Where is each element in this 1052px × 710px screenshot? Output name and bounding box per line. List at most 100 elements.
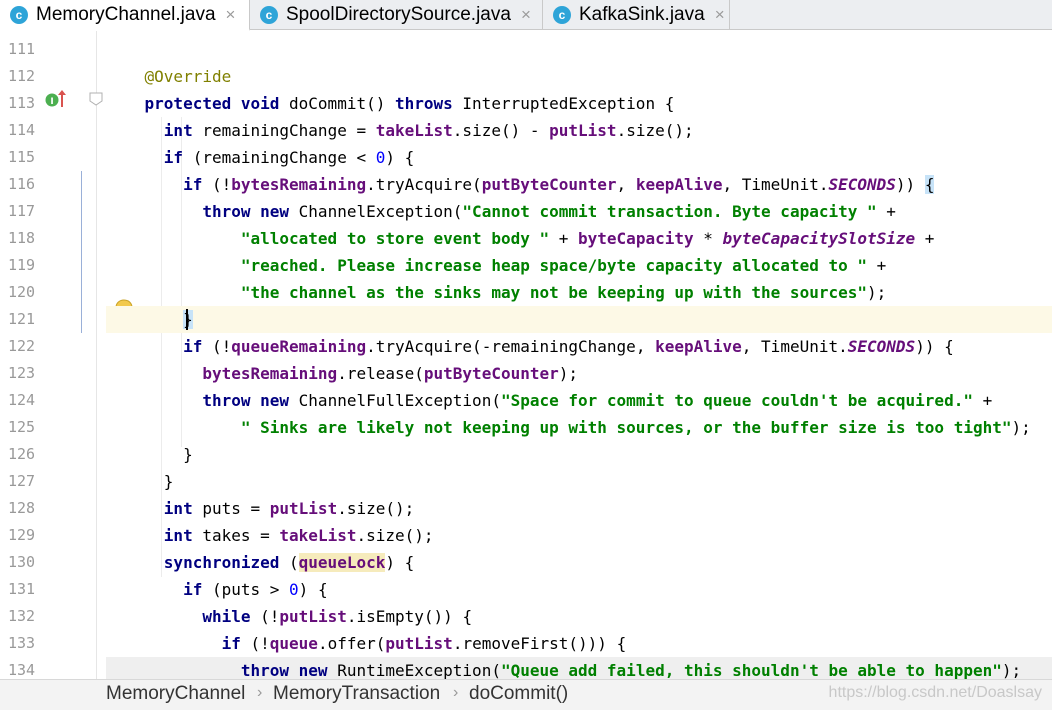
line-number[interactable]: 131 (8, 576, 48, 603)
code-line[interactable] (106, 36, 1052, 63)
code-line[interactable]: int puts = putList.size(); (106, 495, 1052, 522)
code-line[interactable]: int takes = takeList.size(); (106, 522, 1052, 549)
code-token: (! (250, 607, 280, 626)
code-token: throw new (202, 391, 290, 410)
code-line[interactable]: bytesRemaining.release(putByteCounter); (106, 360, 1052, 387)
code-token: (! (240, 634, 270, 653)
code-line[interactable]: if (!queueRemaining.tryAcquire(-remainin… (106, 333, 1052, 360)
line-number[interactable]: 121 (8, 306, 48, 333)
line-number[interactable]: 132 (8, 603, 48, 630)
line-number[interactable]: 114 (8, 117, 48, 144)
line-number[interactable]: 128 (8, 495, 48, 522)
line-number-gutter[interactable]: 111 112 113 114 115 116 117 118 119 120 121 122 123 1… (0, 31, 106, 679)
code-line[interactable]: int remainingChange = takeList.size() - … (106, 117, 1052, 144)
line-number[interactable]: 120 (8, 279, 48, 306)
code-token: .tryAcquire( (366, 175, 482, 194)
code-editor[interactable]: @Override protected void doCommit() thro… (106, 31, 1052, 679)
change-marker (81, 171, 82, 333)
code-line[interactable]: } (106, 441, 1052, 468)
class-icon: c (553, 6, 571, 24)
line-number[interactable]: 115 (8, 144, 48, 171)
close-icon[interactable]: × (521, 5, 531, 25)
line-number[interactable]: 124 (8, 387, 48, 414)
code-line[interactable]: "the channel as the sinks may not be kee… (106, 279, 1052, 306)
code-token: throws (394, 94, 453, 113)
line-number[interactable]: 119 (8, 252, 48, 279)
code-token: keepAlive (635, 175, 723, 194)
code-line[interactable]: if (!bytesRemaining.tryAcquire(putByteCo… (106, 171, 1052, 198)
breadcrumb-inner-class[interactable]: MemoryTransaction (273, 683, 440, 705)
code-line[interactable]: "reached. Please increase heap space/byt… (106, 252, 1052, 279)
code-line[interactable]: " Sinks are likely not keeping up with s… (106, 414, 1052, 441)
line-number[interactable]: 118 (8, 225, 48, 252)
line-number[interactable]: 127 (8, 468, 48, 495)
code-token: .offer( (317, 634, 386, 653)
line-number[interactable]: 125 (8, 414, 48, 441)
code-token: * (693, 229, 723, 248)
line-number[interactable]: 116 (8, 171, 48, 198)
code-token: int (163, 526, 193, 545)
line-number[interactable]: 112 (8, 63, 48, 90)
code-line[interactable]: } (106, 468, 1052, 495)
code-token: ChannelFullException( (289, 391, 501, 410)
code-token: .isEmpty()) { (346, 607, 473, 626)
tab-memory-channel[interactable]: c MemoryChannel.java × (0, 0, 250, 31)
implementing-method-icon[interactable]: I (44, 88, 68, 110)
tab-label: SpoolDirectorySource.java (286, 4, 511, 25)
code-line[interactable]: if (!queue.offer(putList.removeFirst()))… (106, 630, 1052, 657)
code-line[interactable]: throw new ChannelException("Cannot commi… (106, 198, 1052, 225)
line-number[interactable]: 122 (8, 333, 48, 360)
code-token: putList (269, 499, 338, 518)
code-token: if (163, 148, 184, 167)
code-line[interactable]: while (!putList.isEmpty()) { (106, 603, 1052, 630)
code-token: synchronized (163, 553, 280, 572)
code-token: ); (867, 283, 887, 302)
code-token: .removeFirst())) { (452, 634, 627, 653)
code-line[interactable]: } (106, 306, 1052, 333)
code-line[interactable]: "allocated to store event body " + byteC… (106, 225, 1052, 252)
code-line[interactable]: throw new RuntimeException("Queue add fa… (106, 657, 1052, 679)
code-line[interactable]: @Override (106, 63, 1052, 90)
code-line[interactable]: protected void doCommit() throws Interru… (106, 90, 1052, 117)
tab-spool-directory-source[interactable]: c SpoolDirectorySource.java × (250, 0, 543, 30)
code-token: (remainingChange < (183, 148, 376, 167)
code-token: int (163, 499, 193, 518)
line-number[interactable]: 113 (8, 90, 48, 117)
code-token: { (924, 175, 935, 194)
line-number[interactable]: 117 (8, 198, 48, 225)
code-token: if (183, 337, 203, 356)
code-token: 0 (375, 148, 386, 167)
line-number[interactable]: 133 (8, 630, 48, 657)
code-line[interactable]: synchronized (queueLock) { (106, 549, 1052, 576)
code-token: throw new (202, 202, 290, 221)
line-number[interactable]: 123 (8, 360, 48, 387)
code-token: )) (895, 175, 925, 194)
breadcrumb-method[interactable]: doCommit() (469, 683, 568, 705)
line-number[interactable]: 129 (8, 522, 48, 549)
code-token: bytesRemaining (202, 364, 338, 383)
code-token: remainingChange = (192, 121, 376, 140)
tab-kafka-sink[interactable]: c KafkaSink.java × (543, 0, 730, 30)
close-icon[interactable]: × (226, 5, 236, 25)
code-token: , TimeUnit. (741, 337, 848, 356)
code-token: "the channel as the sinks may not be kee… (240, 283, 867, 302)
close-icon[interactable]: × (715, 5, 725, 25)
code-line[interactable]: if (puts > 0) { (106, 576, 1052, 603)
code-line[interactable]: if (remainingChange < 0) { (106, 144, 1052, 171)
line-number[interactable]: 111 (8, 36, 48, 63)
code-line[interactable]: throw new ChannelFullException("Space fo… (106, 387, 1052, 414)
line-number[interactable]: 130 (8, 549, 48, 576)
breadcrumb-class[interactable]: MemoryChannel (106, 683, 245, 705)
code-token: + (549, 229, 579, 248)
fold-marker-icon[interactable] (88, 91, 104, 107)
code-token: int (163, 121, 193, 140)
tab-label: KafkaSink.java (579, 4, 705, 25)
line-number[interactable]: 126 (8, 441, 48, 468)
